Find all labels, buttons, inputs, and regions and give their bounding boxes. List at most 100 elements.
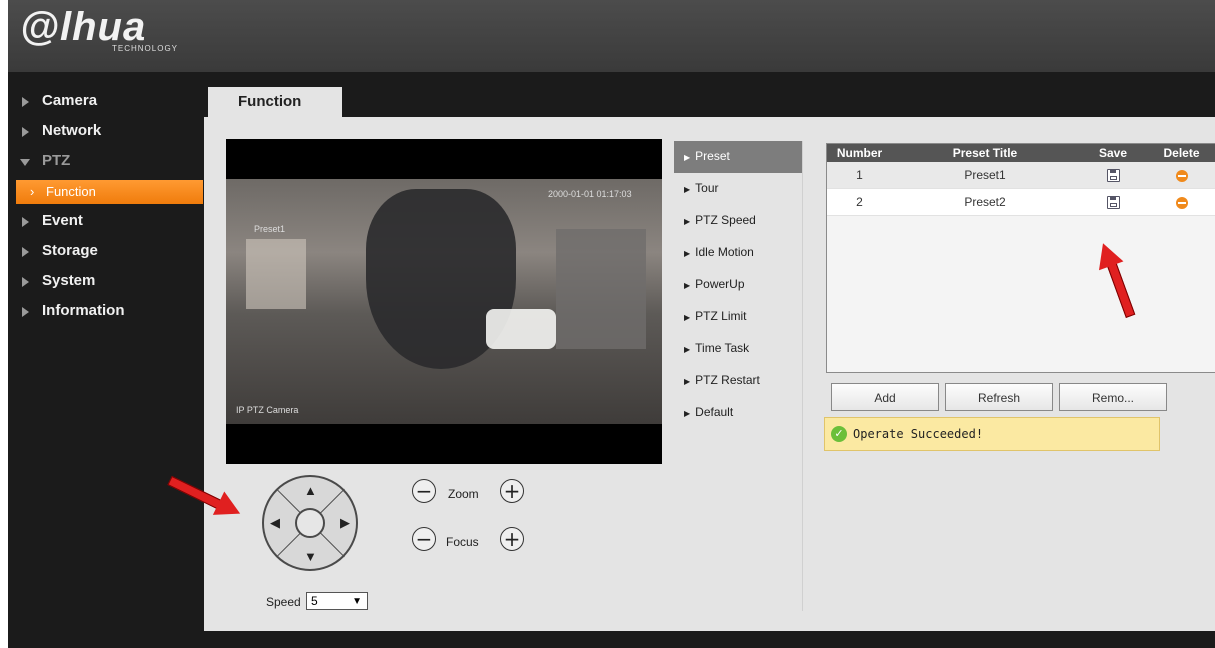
menu-arrow-icon: ▶ [684,217,691,226]
sidebar-item-storage[interactable]: Storage [8,238,206,268]
chevron-right-icon: › [30,184,35,199]
collapse-triangle-icon [20,159,30,166]
sidebar-item-network[interactable]: Network [8,118,206,148]
remove-button[interactable]: Remo... [1059,383,1167,411]
sidebar-item-information[interactable]: Information [8,298,206,328]
focus-out-button[interactable]: − [412,527,436,551]
delete-icon[interactable] [1175,196,1188,209]
sidebar-subitem-function[interactable]: › Function [16,180,203,204]
menu-item-label: Time Task [695,341,750,355]
zoom-out-button[interactable]: − [412,479,436,503]
sidebar-item-label: Network [42,122,102,139]
save-icon[interactable] [1106,169,1120,183]
menu-arrow-icon: ▶ [684,281,691,290]
expand-triangle-icon [22,247,29,257]
video-camera-name: IP PTZ Camera [236,405,299,415]
ptz-direction-pad: ▲ ▼ ◀ ▶ [262,475,358,571]
menu-item-label: Default [695,405,734,419]
menu-item-default[interactable]: ▶ Default [674,397,802,429]
save-icon[interactable] [1106,196,1120,210]
camera-scene [226,179,662,424]
sidebar-item-label: Camera [42,92,98,109]
preset-number: 1 [856,168,863,182]
zoom-in-button[interactable]: + [500,479,524,503]
menu-item-preset[interactable]: ▶ Preset [674,141,802,173]
menu-item-powerup[interactable]: ▶ PowerUp [674,269,802,301]
column-header-title: Preset Title [952,146,1018,160]
sidebar-item-label: Event [42,212,83,229]
table-header: Number Preset Title Save Delete [827,144,1215,162]
focus-in-button[interactable]: + [500,527,524,551]
tab-function[interactable]: Function [208,87,342,118]
menu-arrow-icon: ▶ [684,313,691,322]
live-video-view[interactable]: 2000-01-01 01:17:03 Preset1 IP PTZ Camer… [226,139,662,464]
menu-arrow-icon: ▶ [684,185,691,194]
sidebar: Camera Network PTZ › Function Event Stora… [8,88,206,328]
table-row[interactable]: 2 Preset2 [827,189,1215,216]
column-header-delete: Delete [1163,146,1200,160]
menu-item-label: Tour [695,181,719,195]
speed-select[interactable]: 5 ▼ [306,592,368,610]
sidebar-item-label: System [42,272,96,289]
menu-item-ptz-speed[interactable]: ▶ PTZ Speed [674,205,802,237]
menu-item-idle-motion[interactable]: ▶ Idle Motion [674,237,802,269]
menu-arrow-icon: ▶ [684,249,691,258]
expand-triangle-icon [22,97,29,107]
preset-table: Number Preset Title Save Delete 1 Preset… [826,143,1215,373]
pan-right-button[interactable]: ▶ [340,515,350,531]
menu-item-tour[interactable]: ▶ Tour [674,173,802,205]
expand-triangle-icon [22,127,29,137]
sidebar-subitem-label: Function [46,184,96,199]
speed-select-value: 5 [311,594,318,608]
sidebar-item-ptz[interactable]: PTZ [8,148,206,178]
pan-down-button[interactable]: ▼ [304,549,317,564]
sidebar-item-label: PTZ [42,152,71,169]
menu-item-label: PTZ Speed [695,213,756,227]
sidebar-item-label: Storage [42,242,98,259]
preset-number: 2 [856,195,863,209]
column-header-save: Save [1098,146,1128,160]
expand-triangle-icon [22,277,29,287]
expand-triangle-icon [22,217,29,227]
table-row[interactable]: 1 Preset1 [827,162,1215,189]
video-preset-label: Preset1 [254,224,286,234]
menu-item-time-task[interactable]: ▶ Time Task [674,333,802,365]
scene-shape [246,239,306,309]
scene-shape [486,309,556,349]
header-bar: @lhua TECHNOLOGY [8,0,1215,72]
preset-title: Preset1 [964,168,1006,182]
logo-wordmark: @lhua [20,5,147,49]
speed-label: Speed [266,595,301,609]
dropdown-caret-icon: ▼ [352,596,362,607]
logo-tagline: TECHNOLOGY [112,44,179,53]
check-icon: ✓ [831,426,847,442]
zoom-label: Zoom [448,487,479,501]
menu-item-label: PowerUp [695,277,745,291]
sidebar-item-system[interactable]: System [8,268,206,298]
ptz-function-menu: ▶ Preset ▶ Tour ▶ PTZ Speed ▶ Idle Motion ▶ P… [674,141,803,611]
menu-item-label: Preset [695,149,730,163]
app-frame: @lhua TECHNOLOGY Camera Network PTZ › Fun… [8,0,1215,648]
menu-arrow-icon: ▶ [684,345,691,354]
expand-triangle-icon [22,307,29,317]
pan-left-button[interactable]: ◀ [270,515,280,531]
status-message-text: Operate Succeeded! [853,427,984,441]
ptz-center-button[interactable] [295,508,325,538]
sidebar-item-camera[interactable]: Camera [8,88,206,118]
add-button[interactable]: Add [831,383,939,411]
delete-icon[interactable] [1175,169,1188,182]
menu-item-ptz-limit[interactable]: ▶ PTZ Limit [674,301,802,333]
main-content: 2000-01-01 01:17:03 Preset1 IP PTZ Camer… [204,117,1215,631]
pan-up-button[interactable]: ▲ [304,483,317,498]
sidebar-item-label: Information [42,302,125,319]
column-header-number: Number [836,146,883,160]
refresh-button[interactable]: Refresh [945,383,1053,411]
menu-item-label: PTZ Limit [695,309,747,323]
sidebar-item-event[interactable]: Event [8,208,206,238]
scene-shape [556,229,646,349]
menu-arrow-icon: ▶ [684,409,691,418]
status-message: ✓ Operate Succeeded! [824,417,1160,451]
menu-item-ptz-restart[interactable]: ▶ PTZ Restart [674,365,802,397]
menu-item-label: Idle Motion [695,245,754,259]
menu-arrow-icon: ▶ [684,153,691,162]
